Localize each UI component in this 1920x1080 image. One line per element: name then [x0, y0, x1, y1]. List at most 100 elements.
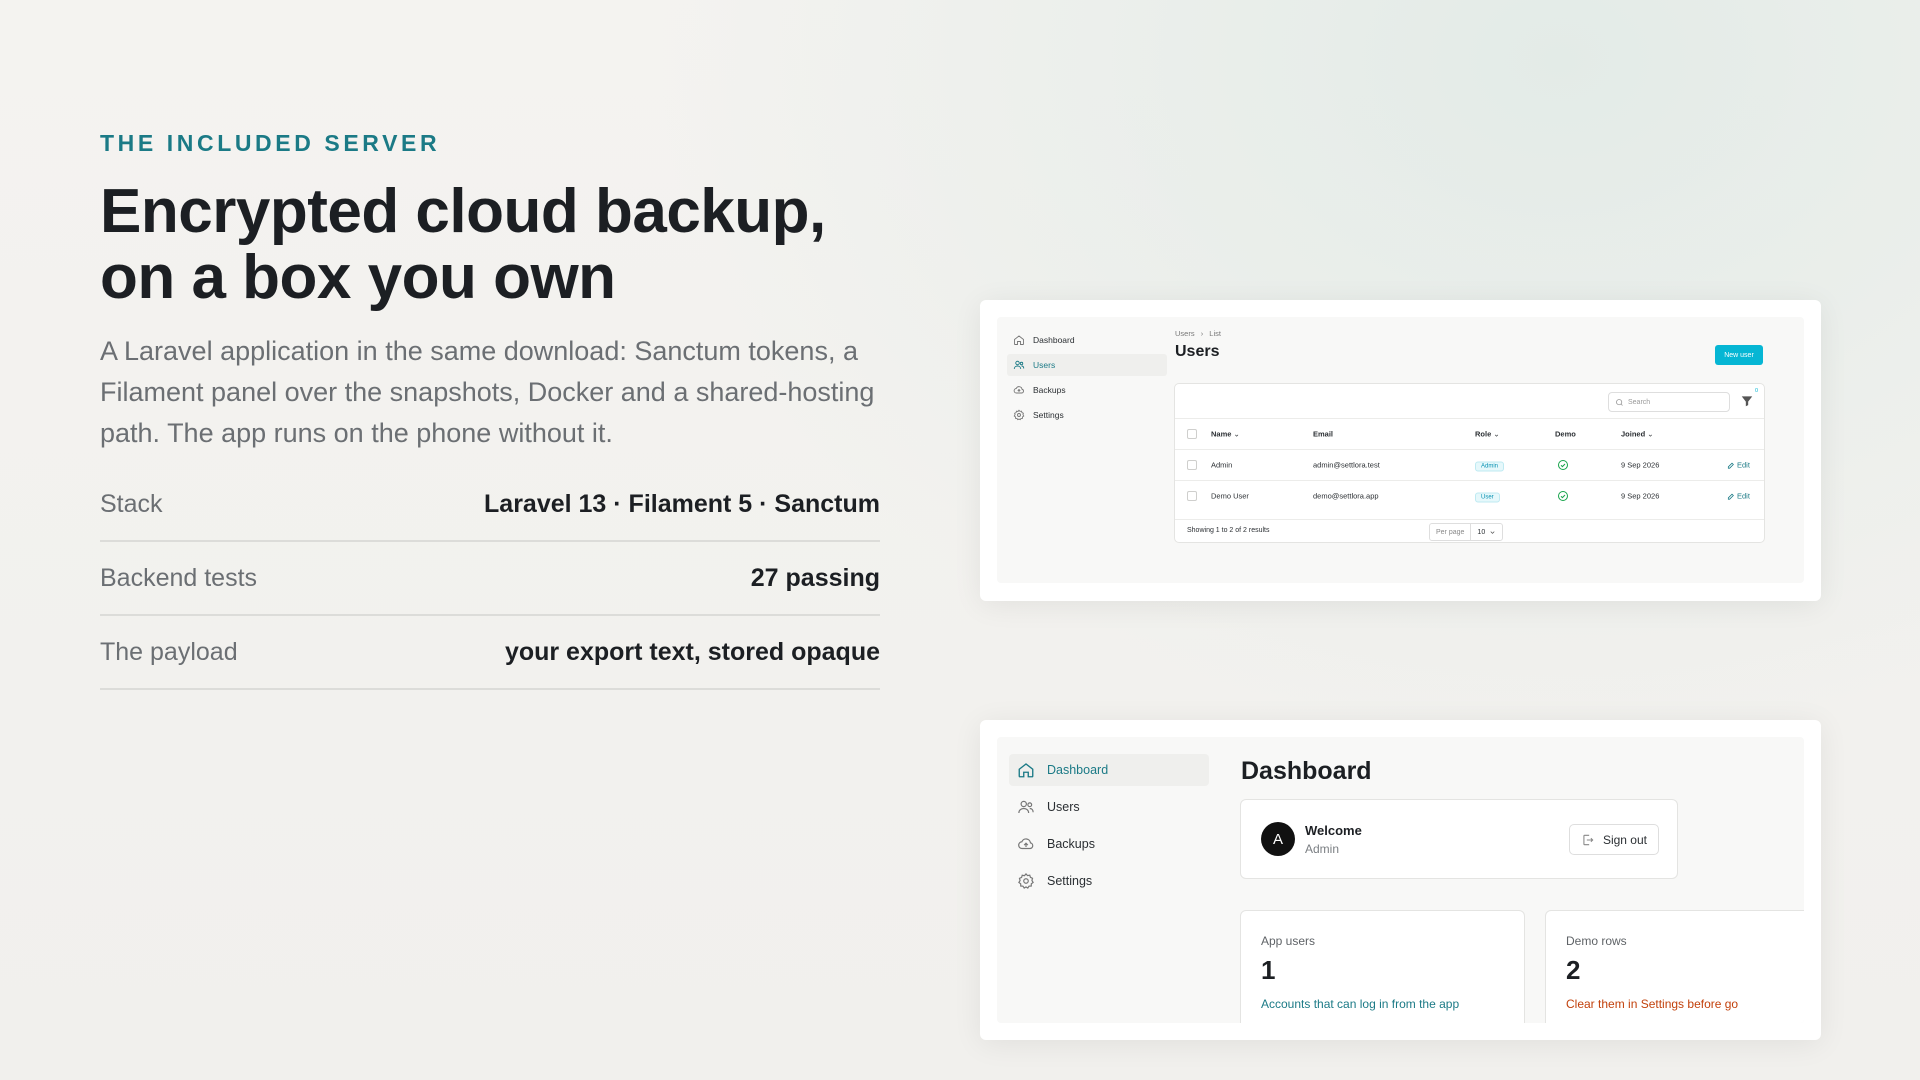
sidebar-item-dashboard[interactable]: Dashboard — [1007, 329, 1167, 351]
role-badge: Admin — [1475, 461, 1505, 472]
fact-value: Laravel 13 · Filament 5 · Sanctum — [484, 489, 880, 518]
table-footer: Showing 1 to 2 of 2 results Per page 10 — [1175, 519, 1764, 543]
cloud-upload-icon — [1013, 386, 1024, 394]
eyebrow: THE INCLUDED SERVER — [100, 130, 441, 156]
role-badge: User — [1475, 492, 1500, 503]
headline: Encrypted cloud backup, on a box you own — [100, 179, 880, 311]
users-panel: Dashboard Users Backups Settings Users ›… — [997, 317, 1804, 583]
stat-description: Accounts that can log in from the app — [1261, 997, 1460, 1011]
page-title: Users — [1175, 343, 1220, 360]
pagination-summary: Showing 1 to 2 of 2 results — [1187, 527, 1270, 534]
sidebar-item-label: Users — [1033, 360, 1056, 370]
breadcrumb-separator: › — [1200, 329, 1204, 338]
edit-icon — [1727, 462, 1734, 469]
facts-list: Stack Laravel 13 · Filament 5 · Sanctum … — [100, 468, 880, 690]
cell-joined: 9 Sep 2026 — [1621, 460, 1660, 470]
sidebar-item-label: Settings — [1047, 874, 1093, 888]
fact-label: Backend tests — [100, 563, 258, 592]
new-user-button[interactable]: New user — [1715, 345, 1763, 365]
column-header-role[interactable]: Role ⌄ — [1475, 430, 1500, 439]
search-input[interactable]: Search — [1608, 392, 1730, 412]
fact-label: The payload — [100, 637, 238, 666]
column-header-demo: Demo — [1555, 429, 1576, 439]
sidebar-item-settings[interactable]: Settings — [1007, 404, 1167, 426]
select-all-checkbox[interactable] — [1187, 429, 1197, 439]
fact-value: your export text, stored opaque — [504, 637, 880, 666]
fact-value: 27 passing — [750, 563, 880, 592]
filter-icon[interactable] — [1740, 394, 1754, 408]
column-header-email: Email — [1313, 429, 1334, 439]
breadcrumb-list: List — [1209, 329, 1221, 338]
dashboard-panel-sidebar: Dashboard Users Backups Settings — [1009, 754, 1209, 902]
stat-value: 1 — [1261, 955, 1276, 985]
sidebar-item-label: Backups — [1047, 837, 1095, 851]
check-circle-icon — [1558, 491, 1568, 501]
users-icon — [1013, 360, 1025, 370]
page-title: Dashboard — [1241, 757, 1372, 785]
home-icon — [1018, 763, 1034, 778]
stat-value: 2 — [1566, 955, 1581, 985]
edit-link[interactable]: Edit — [1727, 461, 1750, 470]
users-icon — [1018, 800, 1034, 814]
cell-name: Admin — [1211, 460, 1233, 470]
sidebar-item-label: Dashboard — [1033, 335, 1075, 345]
sidebar-item-users[interactable]: Users — [1009, 791, 1209, 823]
search-icon — [1616, 398, 1623, 406]
users-screenshot-card: Dashboard Users Backups Settings Users ›… — [980, 300, 1821, 601]
headline-line-2: on a box you own — [100, 243, 616, 312]
per-page-label: Per page — [1430, 524, 1472, 540]
stat-card-demo-rows: Demo rows 2 Clear them in Settings befor… — [1545, 910, 1804, 1023]
cell-role: User — [1475, 492, 1500, 503]
column-header-name[interactable]: Name ⌄ — [1211, 430, 1240, 439]
lede: A Laravel application in the same downlo… — [100, 336, 875, 448]
per-page-select[interactable]: Per page 10 — [1429, 523, 1504, 541]
sidebar-item-backups[interactable]: Backups — [1007, 379, 1167, 401]
fact-row: Stack Laravel 13 · Filament 5 · Sanctum — [100, 468, 880, 542]
table-row: Admin admin@settlora.test Admin 9 Sep 20… — [1175, 449, 1764, 480]
gear-icon — [1013, 409, 1025, 421]
filter-count-badge: 0 — [1754, 388, 1758, 394]
edit-icon — [1727, 493, 1734, 500]
hero-section: THE INCLUDED SERVER Encrypted cloud back… — [100, 130, 880, 690]
sidebar-item-settings[interactable]: Settings — [1009, 865, 1209, 897]
sidebar-item-users[interactable]: Users — [1007, 354, 1167, 376]
row-checkbox[interactable] — [1187, 491, 1197, 501]
welcome-subtitle: Admin — [1305, 842, 1340, 856]
sidebar-item-dashboard[interactable]: Dashboard — [1009, 754, 1209, 786]
sidebar-item-label: Backups — [1033, 385, 1066, 395]
stat-card-app-users: App users 1 Accounts that can log in fro… — [1240, 910, 1525, 1023]
edit-link[interactable]: Edit — [1727, 492, 1750, 501]
dashboard-panel: Dashboard Users Backups Settings Dashboa… — [997, 737, 1804, 1023]
table-row: Demo User demo@settlora.app User 9 Sep 2… — [1175, 480, 1764, 511]
cell-email: admin@settlora.test — [1313, 460, 1380, 470]
check-circle-icon — [1558, 460, 1568, 470]
breadcrumb: Users › List — [1175, 329, 1221, 338]
welcome-widget: A Welcome Admin Sign out — [1240, 799, 1678, 879]
stat-label: App users — [1261, 934, 1316, 948]
welcome-title: Welcome — [1305, 823, 1362, 838]
fact-label: Stack — [100, 489, 163, 518]
avatar: A — [1261, 822, 1295, 856]
breadcrumb-users[interactable]: Users — [1175, 329, 1195, 338]
cell-joined: 9 Sep 2026 — [1621, 491, 1660, 501]
fact-row: The payload your export text, stored opa… — [100, 616, 880, 690]
sidebar-item-backups[interactable]: Backups — [1009, 828, 1209, 860]
dashboard-screenshot-card: Dashboard Users Backups Settings Dashboa… — [980, 720, 1821, 1040]
sign-out-button[interactable]: Sign out — [1568, 824, 1659, 855]
stat-label: Demo rows — [1566, 934, 1627, 948]
table-header-row: Name ⌄ Email Role ⌄ Demo Joined ⌄ — [1175, 418, 1764, 449]
cell-name: Demo User — [1211, 491, 1249, 501]
fact-row: Backend tests 27 passing — [100, 542, 880, 616]
row-checkbox[interactable] — [1187, 460, 1197, 470]
gear-icon — [1018, 872, 1034, 889]
stat-description: Clear them in Settings before go — [1566, 997, 1739, 1011]
chevron-down-icon — [1490, 530, 1495, 534]
users-table: Search 0 Name ⌄ Email Role ⌄ Demo Joined… — [1174, 383, 1765, 543]
users-panel-sidebar: Dashboard Users Backups Settings — [1007, 329, 1167, 429]
sidebar-item-label: Users — [1047, 800, 1080, 814]
sidebar-item-label: Dashboard — [1047, 763, 1109, 777]
home-icon — [1014, 335, 1024, 345]
search-placeholder: Search — [1628, 398, 1651, 406]
cell-role: Admin — [1475, 461, 1505, 472]
column-header-joined[interactable]: Joined ⌄ — [1621, 430, 1654, 439]
